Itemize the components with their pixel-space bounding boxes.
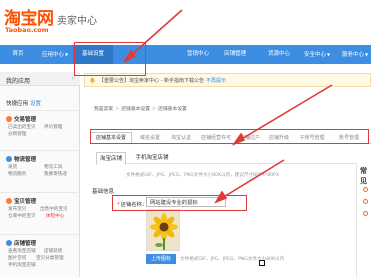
annotation-arrow-shop-name xyxy=(221,159,285,199)
arrowhead-icon xyxy=(214,190,228,204)
annotation-arrow-tabs xyxy=(239,84,333,141)
mouse-cursor xyxy=(259,260,265,266)
arrowhead-icon xyxy=(231,132,246,146)
annotation-arrow-nav xyxy=(127,9,183,59)
annotation-arrows xyxy=(123,9,333,204)
